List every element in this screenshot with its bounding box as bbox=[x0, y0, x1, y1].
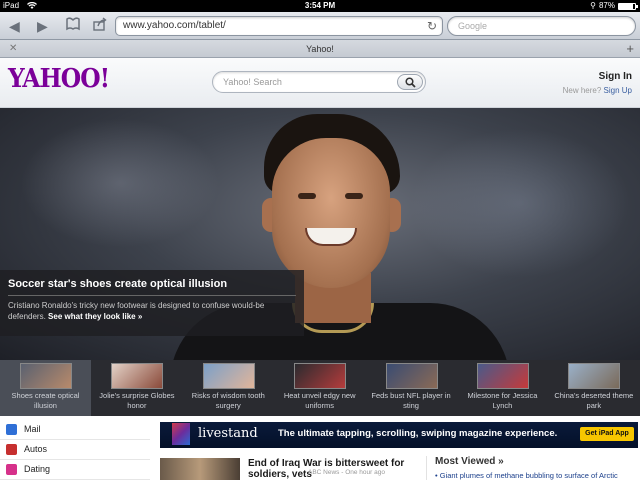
forward-icon[interactable]: ▶ bbox=[37, 19, 48, 33]
mail-icon bbox=[6, 424, 17, 435]
get-ipad-app-button[interactable]: Get iPad App bbox=[580, 427, 634, 441]
bookmarks-icon[interactable] bbox=[66, 17, 80, 33]
reload-icon[interactable]: ↻ bbox=[427, 17, 437, 35]
new-here-label: New here? bbox=[562, 86, 602, 95]
battery-icon bbox=[618, 2, 638, 10]
lock-icon: ⚲ bbox=[590, 1, 596, 10]
hero-caption: Soccer star's shoes create optical illus… bbox=[0, 270, 304, 336]
livestand-ad[interactable]: livestand The ultimate tapping, scrollin… bbox=[160, 422, 638, 448]
carousel-thumbnail bbox=[20, 363, 72, 389]
sidebar-item-label: Autos bbox=[24, 444, 48, 454]
dating-icon bbox=[6, 464, 17, 475]
carousel-thumbnail bbox=[568, 363, 621, 389]
tab-title[interactable]: Yahoo! bbox=[0, 40, 640, 58]
sidebar-item-label: Mail bbox=[24, 424, 41, 434]
carousel-caption: Milestone for Jessica Lynch bbox=[467, 391, 538, 410]
carousel-thumbnail bbox=[385, 363, 438, 389]
yahoo-header: YAHOO! Yahoo! Search Sign In New here? S… bbox=[0, 58, 640, 108]
carousel-item[interactable]: China's deserted theme park bbox=[548, 360, 639, 416]
yahoo-logo[interactable]: YAHOO! bbox=[8, 64, 110, 94]
url-text: www.yahoo.com/tablet/ bbox=[123, 20, 226, 31]
hero-headline[interactable]: Soccer star's shoes create optical illus… bbox=[8, 278, 227, 290]
carousel-item[interactable]: Heat unveil edgy new uniforms bbox=[274, 360, 365, 416]
sidebar-item-label: Dating bbox=[24, 464, 51, 474]
hero-story[interactable]: Soccer star's shoes create optical illus… bbox=[0, 108, 640, 360]
most-viewed-item-text: Giant plumes of methane bubbling to surf… bbox=[439, 471, 618, 480]
yahoo-search-input[interactable]: Yahoo! Search bbox=[212, 71, 426, 93]
carousel-caption: Jolie's surprise Globes honor bbox=[99, 391, 175, 410]
bottom-content: Mail Autos Dating livestand The ultimate t… bbox=[0, 416, 640, 480]
carousel-caption: Shoes create optical illusion bbox=[11, 391, 80, 410]
battery-percent: 87% bbox=[598, 1, 615, 10]
carousel-thumbnail bbox=[202, 363, 255, 389]
browser-toolbar: ◀ ▶ www.yahoo.com/tablet/ ↻ Google bbox=[0, 12, 640, 40]
story-carousel: Shoes create optical illusion Jolie's sur… bbox=[0, 360, 640, 416]
divider bbox=[8, 295, 296, 296]
autos-icon bbox=[6, 444, 17, 455]
clock: 3:54 PM bbox=[304, 1, 336, 10]
tab-bar: ✕ Yahoo! + bbox=[0, 40, 640, 58]
livestand-logo-icon bbox=[172, 423, 190, 445]
sidebar-item-mail[interactable]: Mail bbox=[0, 420, 150, 440]
most-viewed: Most Viewed » • Giant plumes of methane … bbox=[426, 456, 638, 480]
hero-description: Cristiano Ronaldo's tricky new footwear … bbox=[8, 300, 298, 322]
carousel-item[interactable]: Risks of wisdom tooth surgery bbox=[183, 360, 274, 416]
carousel-item[interactable]: Jolie's surprise Globes honor bbox=[91, 360, 182, 416]
carousel-caption: Heat unveil edgy new uniforms bbox=[283, 391, 356, 410]
search-button[interactable] bbox=[397, 74, 423, 90]
share-icon[interactable] bbox=[93, 17, 107, 33]
search-icon bbox=[405, 77, 416, 88]
sidebar-item-autos[interactable]: Autos bbox=[0, 440, 150, 460]
carousel-item[interactable]: Milestone for Jessica Lynch bbox=[457, 360, 548, 416]
browser-search-placeholder: Google bbox=[458, 21, 488, 31]
most-viewed-item[interactable]: • Giant plumes of methane bubbling to su… bbox=[435, 471, 638, 480]
carousel-caption: China's deserted theme park bbox=[554, 391, 634, 410]
most-viewed-title[interactable]: Most Viewed » bbox=[435, 456, 638, 467]
ios-status-bar: iPad 3:54 PM ⚲ 87% bbox=[0, 0, 640, 12]
browser-search-field[interactable]: Google bbox=[447, 16, 636, 36]
back-icon[interactable]: ◀ bbox=[9, 19, 20, 33]
sign-up-link[interactable]: Sign Up bbox=[604, 86, 632, 95]
sign-in-link[interactable]: Sign In bbox=[599, 71, 632, 82]
carousel-thumbnail bbox=[111, 363, 164, 389]
url-field[interactable]: www.yahoo.com/tablet/ ↻ bbox=[115, 16, 443, 36]
sidebar-item-dating[interactable]: Dating bbox=[0, 460, 150, 480]
new-tab-icon[interactable]: + bbox=[626, 40, 634, 58]
yahoo-search-placeholder: Yahoo! Search bbox=[223, 77, 282, 87]
carousel-caption: Feds bust NFL player in sting bbox=[371, 391, 451, 410]
news-thumbnail bbox=[160, 458, 240, 480]
carousel-thumbnail bbox=[294, 363, 347, 389]
ad-tagline: The ultimate tapping, scrolling, swiping… bbox=[278, 428, 558, 439]
ad-brand: livestand bbox=[198, 426, 258, 441]
carousel-item[interactable]: Shoes create optical illusion bbox=[0, 360, 92, 416]
carousel-item[interactable]: Feds bust NFL player in sting bbox=[366, 360, 457, 416]
new-here-text: New here? Sign Up bbox=[563, 86, 632, 95]
sidebar-nav: Mail Autos Dating bbox=[0, 420, 150, 480]
carousel-thumbnail bbox=[476, 363, 529, 389]
hero-link[interactable]: See what they look like » bbox=[48, 312, 142, 321]
news-item[interactable]: End of Iraq War is bittersweet for soldi… bbox=[160, 456, 420, 480]
news-source: ABC News - One hour ago bbox=[308, 469, 385, 476]
carousel-caption: Risks of wisdom tooth surgery bbox=[191, 391, 265, 410]
